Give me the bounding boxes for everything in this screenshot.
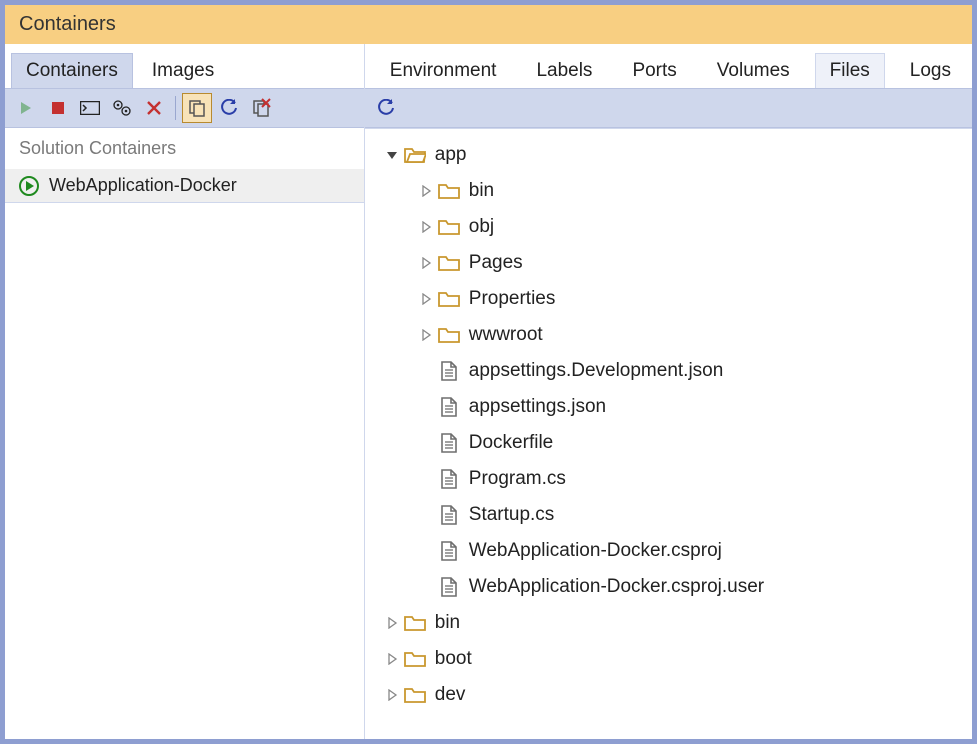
container-list: WebApplication-Docker: [5, 169, 364, 202]
folder-icon: [403, 647, 427, 671]
delete-button[interactable]: [139, 93, 169, 123]
tree-label: bin: [435, 612, 460, 634]
expander-icon[interactable]: [417, 542, 435, 560]
copy-button[interactable]: [182, 93, 212, 123]
expander-icon[interactable]: [417, 434, 435, 452]
left-tab-containers[interactable]: Containers: [11, 53, 133, 88]
expander-icon[interactable]: [417, 470, 435, 488]
tree-label: bin: [469, 180, 494, 202]
tree-folder[interactable]: dev: [369, 677, 968, 713]
left-pane: ContainersImages: [5, 44, 365, 739]
tree-file[interactable]: WebApplication-Docker.csproj.user: [369, 569, 968, 605]
refresh-files-button[interactable]: [371, 93, 401, 123]
file-icon: [437, 431, 461, 455]
refresh-button[interactable]: [214, 93, 244, 123]
right-pane: Environment Labels Ports Volumes Files Logs a…: [365, 44, 972, 739]
folder-icon: [437, 179, 461, 203]
expander-icon[interactable]: [417, 578, 435, 596]
left-tabbar: ContainersImages: [5, 44, 364, 88]
terminal-button[interactable]: [75, 93, 105, 123]
right-tab-files[interactable]: Files: [815, 53, 885, 88]
right-tab-ports[interactable]: Ports: [617, 53, 691, 88]
tree-folder[interactable]: bin: [369, 173, 968, 209]
container-name: WebApplication-Docker: [49, 175, 237, 196]
folder-icon: [437, 323, 461, 347]
tree-folder[interactable]: bin: [369, 605, 968, 641]
file-icon: [437, 467, 461, 491]
right-tabbar: Environment Labels Ports Volumes Files Logs: [365, 44, 972, 88]
section-header: Solution Containers: [5, 128, 364, 169]
tree-folder[interactable]: app: [369, 137, 968, 173]
prune-button[interactable]: [246, 93, 276, 123]
folder-icon: [437, 215, 461, 239]
file-tree: appbinobjPagesPropertieswwwrootappsettin…: [365, 128, 972, 739]
body: ContainersImages: [5, 44, 972, 739]
left-empty: [5, 202, 364, 739]
tree-file[interactable]: Program.cs: [369, 461, 968, 497]
expander-icon[interactable]: [383, 146, 401, 164]
folder-icon: [437, 251, 461, 275]
tree-folder[interactable]: boot: [369, 641, 968, 677]
expander-icon[interactable]: [417, 326, 435, 344]
file-icon: [437, 359, 461, 383]
tree-folder[interactable]: Pages: [369, 245, 968, 281]
tree-label: Dockerfile: [469, 432, 553, 454]
expander-icon[interactable]: [417, 218, 435, 236]
folder-icon: [403, 611, 427, 635]
expander-icon[interactable]: [417, 182, 435, 200]
file-icon: [437, 395, 461, 419]
tree-label: boot: [435, 648, 472, 670]
left-tab-images[interactable]: Images: [137, 53, 229, 88]
tree-label: WebApplication-Docker.csproj: [469, 540, 722, 562]
right-tab-logs[interactable]: Logs: [895, 53, 966, 88]
tree-file[interactable]: Dockerfile: [369, 425, 968, 461]
right-tab-volumes[interactable]: Volumes: [702, 53, 805, 88]
file-icon: [437, 575, 461, 599]
right-tab-labels[interactable]: Labels: [521, 53, 607, 88]
tree-folder[interactable]: wwwroot: [369, 317, 968, 353]
tree-label: dev: [435, 684, 466, 706]
separator: [175, 96, 176, 120]
file-icon: [437, 539, 461, 563]
expander-icon[interactable]: [417, 362, 435, 380]
expander-icon[interactable]: [417, 506, 435, 524]
tree-folder[interactable]: obj: [369, 209, 968, 245]
expander-icon[interactable]: [417, 398, 435, 416]
expander-icon[interactable]: [417, 254, 435, 272]
tree-file[interactable]: appsettings.Development.json: [369, 353, 968, 389]
tree-label: obj: [469, 216, 494, 238]
start-button[interactable]: [11, 93, 41, 123]
tree-label: Startup.cs: [469, 504, 555, 526]
running-icon: [19, 176, 39, 196]
window-title: Containers: [5, 5, 972, 44]
right-tab-environment[interactable]: Environment: [375, 53, 512, 88]
expander-icon[interactable]: [383, 614, 401, 632]
folder-icon: [437, 287, 461, 311]
tree-label: app: [435, 144, 467, 166]
settings-button[interactable]: [107, 93, 137, 123]
tree-file[interactable]: Startup.cs: [369, 497, 968, 533]
tree-file[interactable]: appsettings.json: [369, 389, 968, 425]
stop-button[interactable]: [43, 93, 73, 123]
container-item[interactable]: WebApplication-Docker: [5, 169, 364, 202]
tree-label: wwwroot: [469, 324, 543, 346]
right-toolbar: [365, 88, 972, 128]
window: Containers ContainersImages: [4, 4, 973, 740]
file-icon: [437, 503, 461, 527]
tree-label: Properties: [469, 288, 556, 310]
tree-label: appsettings.Development.json: [469, 360, 724, 382]
tree-label: Program.cs: [469, 468, 566, 490]
expander-icon[interactable]: [383, 650, 401, 668]
tree-label: Pages: [469, 252, 523, 274]
folder-open-icon: [403, 143, 427, 167]
tree-folder[interactable]: Properties: [369, 281, 968, 317]
tree-label: WebApplication-Docker.csproj.user: [469, 576, 764, 598]
left-toolbar: [5, 88, 364, 128]
folder-icon: [403, 683, 427, 707]
tree-label: appsettings.json: [469, 396, 606, 418]
expander-icon[interactable]: [383, 686, 401, 704]
expander-icon[interactable]: [417, 290, 435, 308]
tree-file[interactable]: WebApplication-Docker.csproj: [369, 533, 968, 569]
